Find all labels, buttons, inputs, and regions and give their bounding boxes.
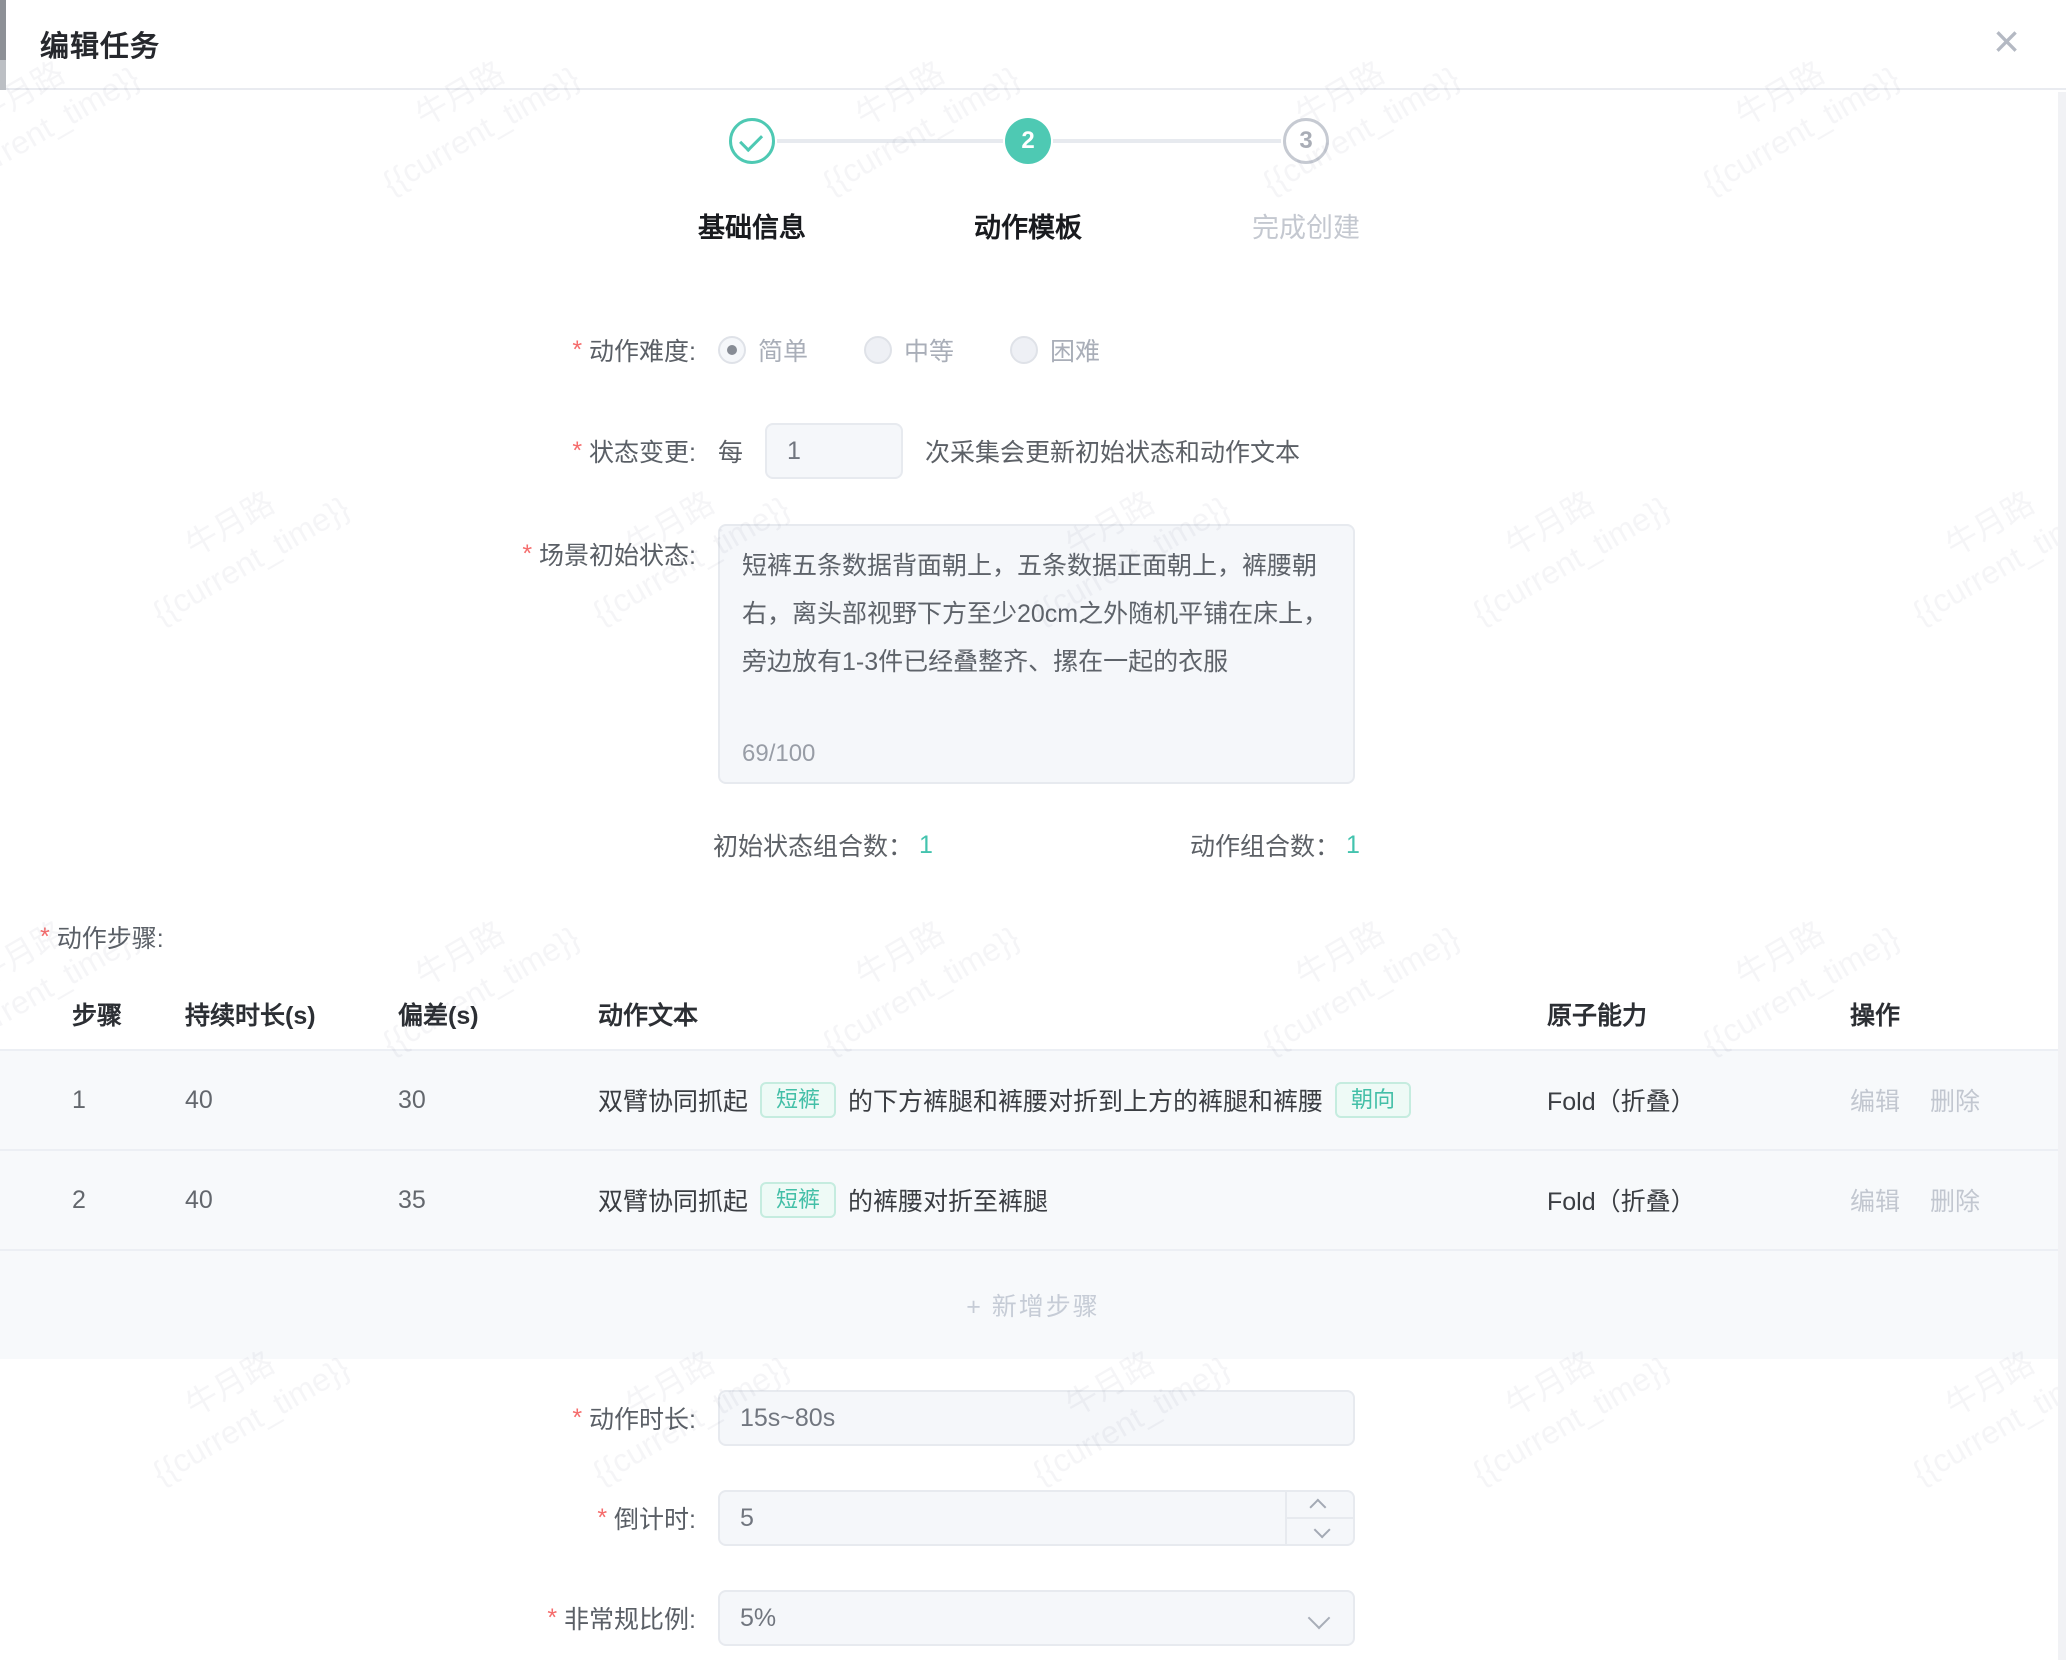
object-tag: 短裤 [760, 1082, 836, 1118]
action-duration-field: * 动作时长: 15s~80s [0, 1390, 2066, 1446]
action-duration-input[interactable]: 15s~80s [718, 1390, 1355, 1446]
object-tag: 短裤 [760, 1182, 836, 1218]
step-1-check-icon [729, 118, 775, 164]
unusual-ratio-field: * 非常规比例: 5% [0, 1590, 2066, 1646]
required-marker: * [572, 1404, 582, 1433]
col-action-text: 动作文本 [598, 996, 1547, 1032]
step-3-circle: 3 [1283, 118, 1329, 164]
action-text-cell: 双臂协同抓起 短裤 的下方裤腿和裤腰对折到上方的裤腿和裤腰 朝向 [598, 1082, 1547, 1118]
countdown-input[interactable]: 5 [718, 1490, 1355, 1546]
state-change-suffix: 次采集会更新初始状态和动作文本 [925, 433, 1300, 469]
close-icon[interactable]: × [1993, 18, 2020, 64]
radio-icon [1010, 336, 1038, 364]
required-marker: * [547, 1604, 557, 1633]
action-steps-table: 步骤 持续时长(s) 偏差(s) 动作文本 原子能力 操作 1 40 30 双臂… [0, 979, 2066, 1359]
chevron-down-icon [1314, 1521, 1331, 1538]
initial-state-field: * 场景初始状态: 短裤五条数据背面朝上，五条数据正面朝上，裤腰朝右，离头部视野… [0, 524, 2066, 784]
col-atomic-ability: 原子能力 [1547, 996, 1850, 1032]
countdown-field: * 倒计时: 5 [0, 1490, 2066, 1546]
unusual-ratio-label: 非常规比例: [564, 1600, 696, 1636]
chevron-down-icon [1308, 1607, 1331, 1630]
stepper: 2 3 基础信息 动作模板 完成创建 [0, 118, 2066, 268]
action-text-cell: 双臂协同抓起 短裤 的裤腰对折至裤腿 [598, 1182, 1547, 1218]
step-1-label: 基础信息 [642, 206, 862, 245]
page-edge-artifact-light [0, 60, 6, 90]
radio-difficulty-easy[interactable]: 简单 [718, 332, 808, 368]
state-change-label: 状态变更: [589, 433, 696, 469]
add-step-row[interactable]: + 新增步骤 [0, 1249, 2066, 1359]
orientation-tag: 朝向 [1335, 1082, 1411, 1118]
radio-icon [864, 336, 892, 364]
step-3-label: 完成创建 [1196, 206, 1416, 245]
delete-button[interactable]: 删除 [1930, 1082, 1980, 1118]
edit-button[interactable]: 编辑 [1850, 1182, 1900, 1218]
difficulty-field: * 动作难度: 简单 中等 困难 [0, 327, 2066, 373]
delete-button[interactable]: 删除 [1930, 1182, 1980, 1218]
state-change-prefix: 每 [718, 433, 743, 469]
dialog-scrollbar[interactable] [2058, 92, 2066, 1660]
table-row: 1 40 30 双臂协同抓起 短裤 的下方裤腿和裤腰对折到上方的裤腿和裤腰 朝向… [0, 1049, 2066, 1149]
action-duration-label: 动作时长: [589, 1400, 696, 1436]
initial-state-textarea[interactable]: 短裤五条数据背面朝上，五条数据正面朝上，裤腰朝右，离头部视野下方至少20cm之外… [718, 524, 1355, 784]
countdown-label: 倒计时: [614, 1500, 696, 1536]
col-operations: 操作 [1850, 996, 2066, 1032]
initial-state-label: 场景初始状态: [539, 536, 696, 572]
number-spinner [1285, 1492, 1353, 1544]
char-counter: 69/100 [742, 740, 815, 768]
radio-icon [718, 336, 746, 364]
col-deviation: 偏差(s) [398, 996, 598, 1032]
col-step: 步骤 [72, 996, 185, 1032]
unusual-ratio-select[interactable]: 5% [718, 1590, 1355, 1646]
edit-button[interactable]: 编辑 [1850, 1082, 1900, 1118]
state-change-input[interactable]: 1 [765, 423, 903, 479]
required-marker: * [40, 923, 50, 952]
difficulty-label: 动作难度: [589, 332, 696, 368]
required-marker: * [597, 1504, 607, 1533]
dialog-header: 编辑任务 × [0, 0, 2066, 90]
initial-state-text: 短裤五条数据背面朝上，五条数据正面朝上，裤腰朝右，离头部视野下方至少20cm之外… [720, 526, 1353, 686]
spinner-increase-button[interactable] [1287, 1492, 1353, 1519]
required-marker: * [572, 336, 582, 365]
table-row: 2 40 35 双臂协同抓起 短裤 的裤腰对折至裤腿 Fold（折叠） 编辑 删… [0, 1149, 2066, 1249]
combination-counts: 初始状态组合数： 1 动作组合数： 1 [0, 827, 2066, 861]
col-duration: 持续时长(s) [185, 996, 398, 1032]
chevron-up-icon [1309, 1498, 1326, 1515]
stepper-connector-2 [1053, 139, 1281, 143]
radio-difficulty-medium[interactable]: 中等 [864, 332, 954, 368]
radio-difficulty-hard[interactable]: 困难 [1010, 332, 1100, 368]
page-edge-artifact-dark [0, 0, 6, 60]
step-2-label: 动作模板 [918, 206, 1138, 245]
spinner-decrease-button[interactable] [1287, 1519, 1353, 1544]
atomic-ability-cell: Fold（折叠） [1547, 1182, 1850, 1218]
initial-combo-value: 1 [919, 831, 933, 860]
atomic-ability-cell: Fold（折叠） [1547, 1082, 1850, 1118]
state-change-field: * 状态变更: 每 1 次采集会更新初始状态和动作文本 [0, 423, 2066, 479]
action-steps-section-label: * 动作步骤: [40, 921, 2066, 953]
add-step-button[interactable]: + 新增步骤 [966, 1287, 1100, 1323]
step-2-circle: 2 [1005, 118, 1051, 164]
initial-state-combo-count: 初始状态组合数： 1 [713, 827, 933, 863]
action-combo-value: 1 [1346, 831, 1360, 860]
stepper-connector-1 [777, 139, 1003, 143]
required-marker: * [572, 437, 582, 466]
checkmark-icon [739, 128, 763, 152]
required-marker: * [522, 540, 532, 569]
dialog-title: 编辑任务 [40, 23, 160, 65]
table-header-row: 步骤 持续时长(s) 偏差(s) 动作文本 原子能力 操作 [0, 979, 2066, 1049]
action-combo-count: 动作组合数： 1 [1190, 827, 1360, 863]
